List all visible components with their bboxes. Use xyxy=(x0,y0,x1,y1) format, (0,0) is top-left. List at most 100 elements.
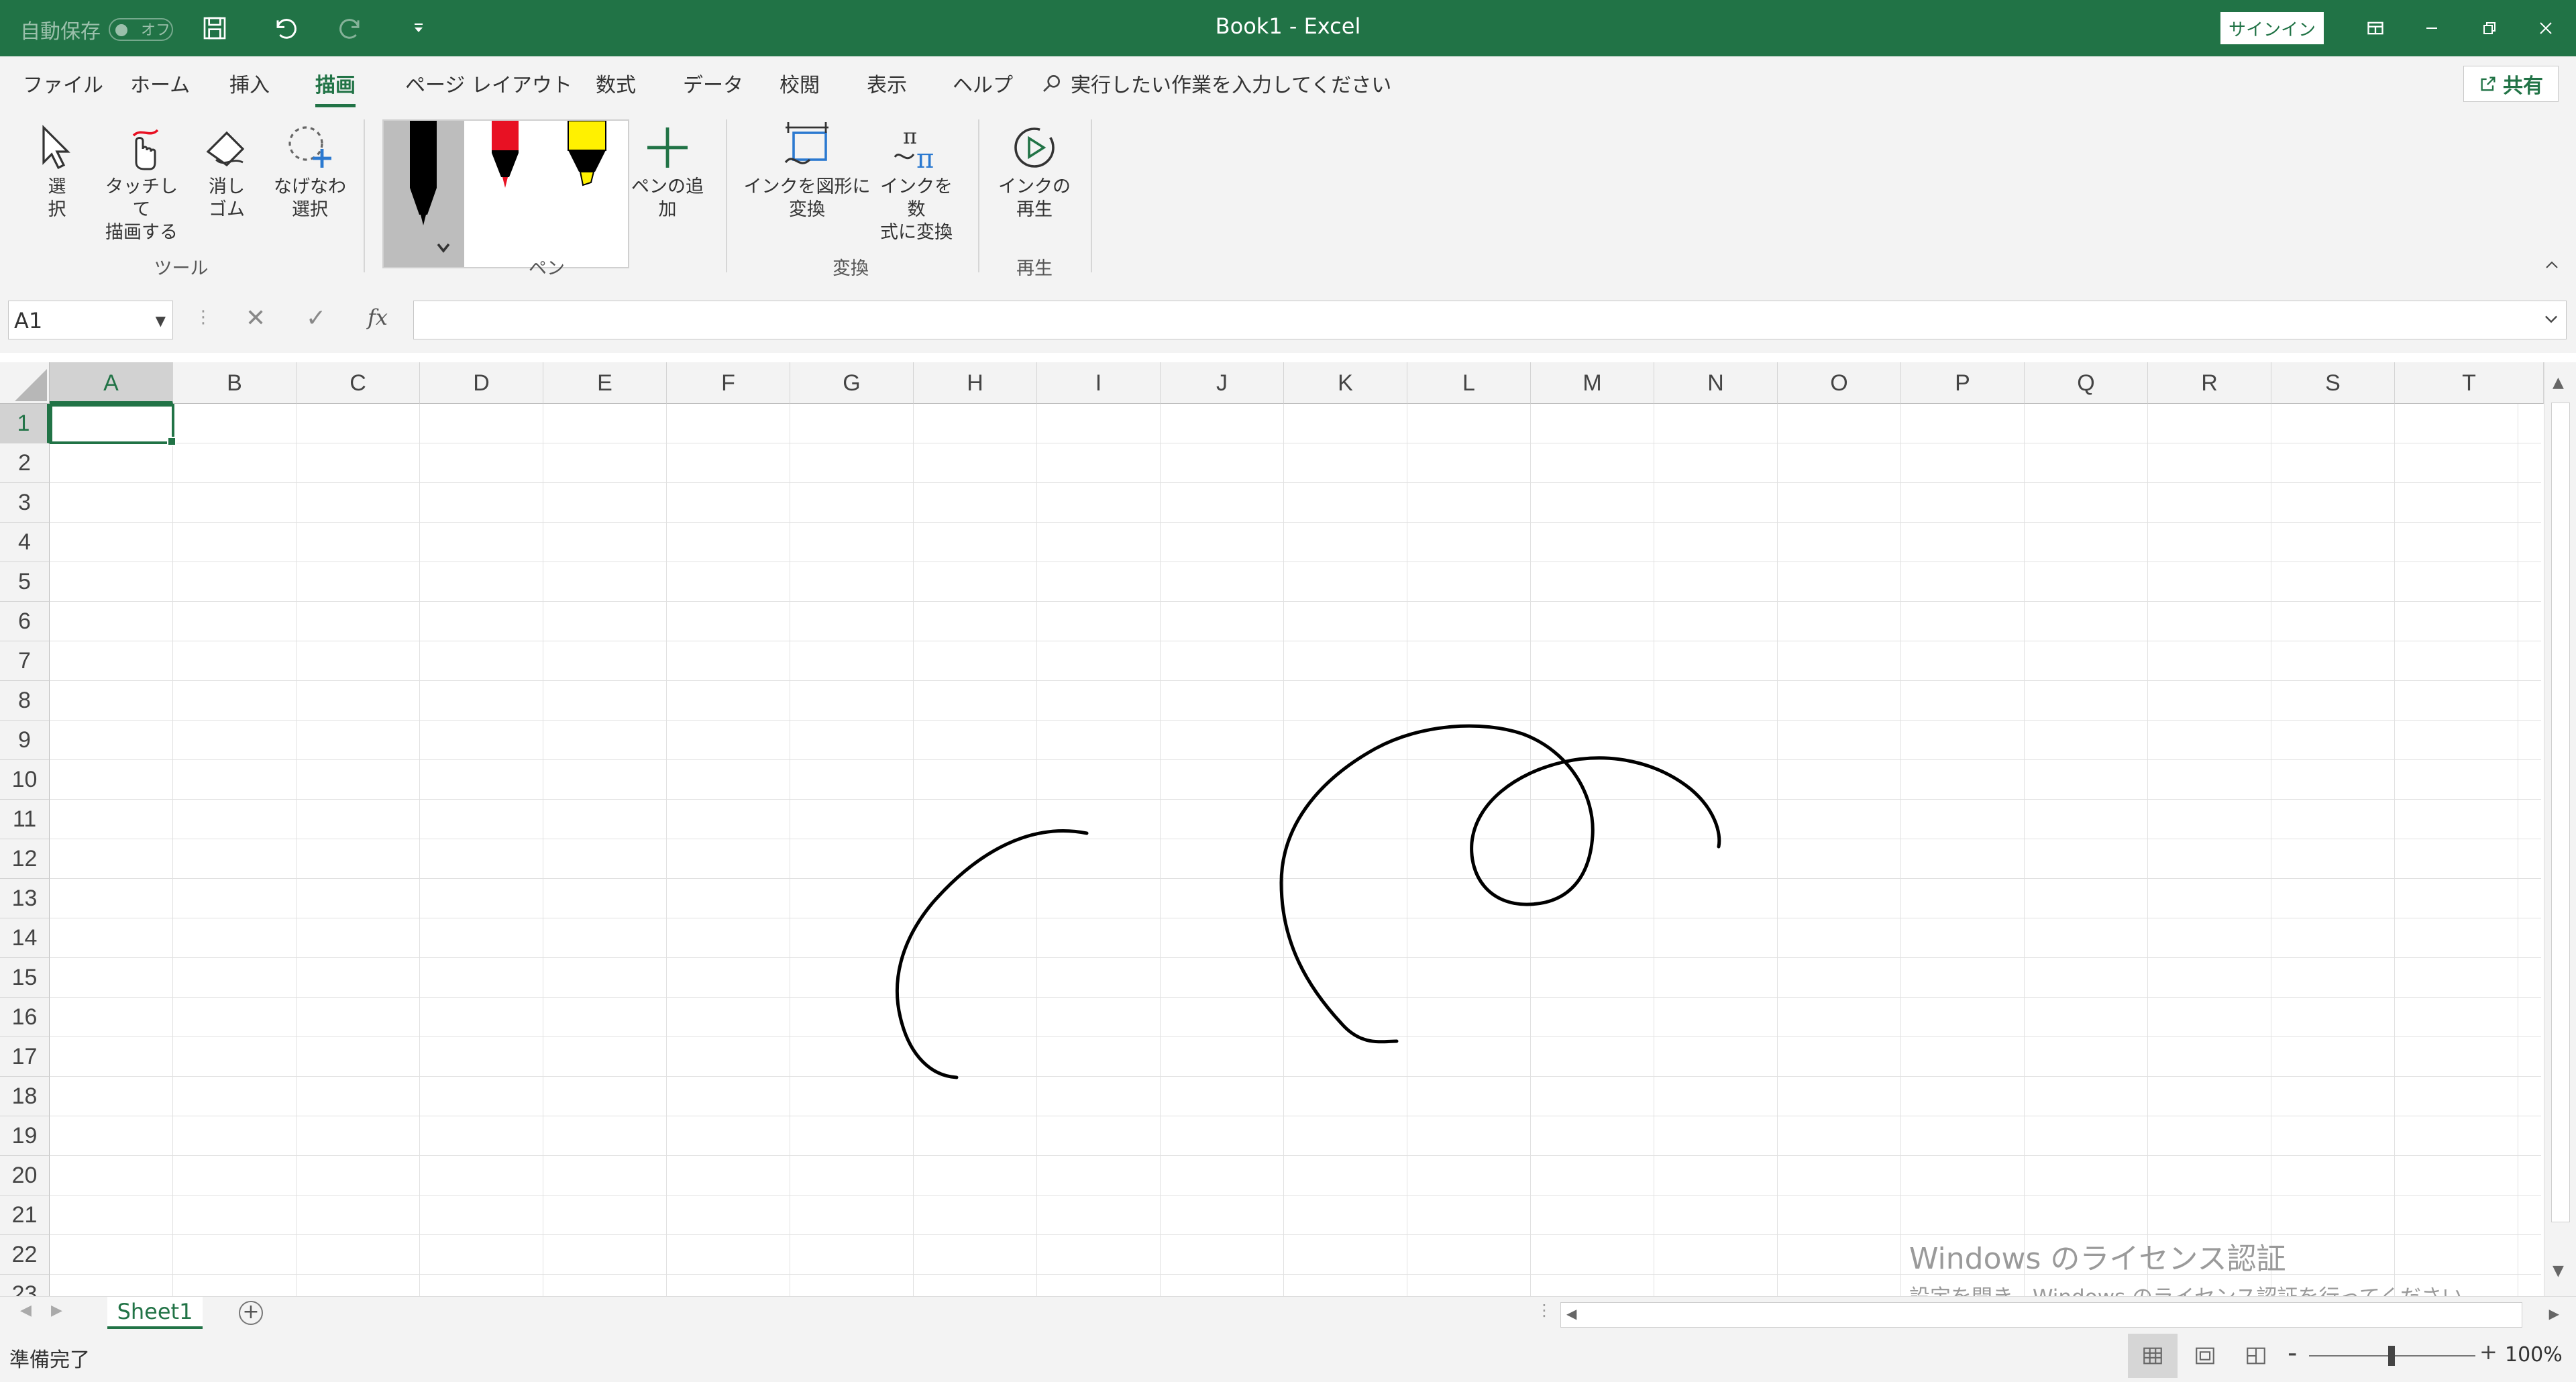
tab-view[interactable]: 表示 xyxy=(867,68,907,98)
ribbon-display-icon[interactable] xyxy=(2352,9,2399,47)
row-header-8[interactable]: 8 xyxy=(0,681,50,721)
column-header-r[interactable]: R xyxy=(2148,362,2271,404)
row-header-10[interactable]: 10 xyxy=(0,760,50,800)
column-header-q[interactable]: Q xyxy=(2025,362,2148,404)
row-header-15[interactable]: 15 xyxy=(0,958,50,998)
column-header-k[interactable]: K xyxy=(1284,362,1407,404)
signin-button[interactable]: サインイン xyxy=(2220,12,2324,44)
column-header-l[interactable]: L xyxy=(1407,362,1531,404)
scroll-down-icon[interactable]: ▼ xyxy=(2553,1263,2564,1279)
tab-draw[interactable]: 描画 xyxy=(315,68,356,107)
zoom-percentage[interactable]: 100% xyxy=(2505,1343,2563,1367)
minimize-icon[interactable] xyxy=(2408,9,2455,47)
lasso-select-button[interactable]: なげなわ 選択 xyxy=(271,122,349,221)
row-header-20[interactable]: 20 xyxy=(0,1156,50,1195)
redo-icon[interactable] xyxy=(333,9,370,47)
row-header-3[interactable]: 3 xyxy=(0,483,50,523)
vertical-scrollbar[interactable]: ▲ ▼ xyxy=(2544,362,2576,1296)
ink-replay-button[interactable]: インクの 再生 xyxy=(993,122,1076,221)
autosave-toggle[interactable]: オフ xyxy=(109,18,173,41)
prev-sheet-icon[interactable]: ◀ xyxy=(20,1302,32,1319)
row-header-4[interactable]: 4 xyxy=(0,523,50,562)
column-header-g[interactable]: G xyxy=(790,362,914,404)
customize-qat-icon[interactable] xyxy=(400,9,437,47)
column-header-s[interactable]: S xyxy=(2271,362,2395,404)
touch-draw-button[interactable]: タッチして 描画する xyxy=(98,122,185,244)
column-header-b[interactable]: B xyxy=(173,362,297,404)
pen-red-slot[interactable] xyxy=(466,121,546,267)
column-header-m[interactable]: M xyxy=(1531,362,1654,404)
row-header-5[interactable]: 5 xyxy=(0,562,50,602)
row-header-11[interactable]: 11 xyxy=(0,800,50,839)
expand-formula-icon[interactable] xyxy=(2542,309,2561,331)
name-box[interactable]: A1 ▼ xyxy=(8,301,173,339)
horizontal-scrollbar[interactable]: ◀ ▶ xyxy=(1560,1302,2559,1328)
select-all-corner[interactable] xyxy=(0,362,50,404)
row-header-19[interactable]: 19 xyxy=(0,1116,50,1156)
tab-review[interactable]: 校閲 xyxy=(780,68,820,98)
tab-help[interactable]: ヘルプ xyxy=(953,68,1013,98)
sheet-tab-sheet1[interactable]: Sheet1 xyxy=(107,1297,203,1329)
column-header-n[interactable]: N xyxy=(1654,362,1778,404)
share-button[interactable]: 共有 xyxy=(2463,66,2559,102)
tab-formulas[interactable]: 数式 xyxy=(596,68,636,98)
zoom-slider-thumb[interactable] xyxy=(2388,1346,2395,1366)
pen-yellow-slot[interactable] xyxy=(547,121,628,267)
tab-file[interactable]: ファイル xyxy=(23,68,103,98)
undo-icon[interactable] xyxy=(266,9,303,47)
collapse-ribbon-icon[interactable] xyxy=(2544,258,2560,274)
formula-bar-grip[interactable]: ⋮ xyxy=(195,307,212,327)
row-header-1[interactable]: 1 xyxy=(0,404,50,443)
insert-function-icon[interactable]: fx xyxy=(368,305,388,330)
column-header-i[interactable]: I xyxy=(1037,362,1161,404)
tell-me-search[interactable]: 実行したい作業を入力してください xyxy=(1041,68,1391,98)
pen-black-slot[interactable] xyxy=(384,121,464,267)
normal-view-icon[interactable] xyxy=(2128,1334,2178,1378)
scroll-up-icon[interactable]: ▲ xyxy=(2553,374,2564,391)
page-layout-view-icon[interactable] xyxy=(2180,1334,2230,1378)
row-header-16[interactable]: 16 xyxy=(0,998,50,1037)
row-header-9[interactable]: 9 xyxy=(0,721,50,760)
formula-input[interactable] xyxy=(413,301,2567,339)
column-header-h[interactable]: H xyxy=(914,362,1037,404)
row-header-7[interactable]: 7 xyxy=(0,641,50,681)
column-header-c[interactable]: C xyxy=(297,362,420,404)
row-header-6[interactable]: 6 xyxy=(0,602,50,641)
column-header-a[interactable]: A xyxy=(50,362,173,404)
confirm-entry-icon[interactable]: ✓ xyxy=(306,305,326,332)
active-cell-a1[interactable] xyxy=(50,404,176,446)
zoom-in-button[interactable]: + xyxy=(2479,1339,2498,1365)
cancel-entry-icon[interactable]: ✕ xyxy=(246,305,266,332)
restore-icon[interactable] xyxy=(2466,9,2513,47)
ink-to-math-button[interactable]: ππ インクを数 式に変換 xyxy=(875,122,958,244)
tab-split-grip[interactable]: ⋮ xyxy=(1536,1301,1552,1320)
row-header-18[interactable]: 18 xyxy=(0,1077,50,1116)
tab-page-layout[interactable]: ページ レイアウト xyxy=(405,68,572,98)
next-sheet-icon[interactable]: ▶ xyxy=(51,1302,62,1319)
column-header-f[interactable]: F xyxy=(667,362,790,404)
worksheet-grid[interactable]: ABCDEFGHIJKLMNOPQRST 1 2 3 4 5 6 7 8 9 10 11 12 13 14… xyxy=(0,353,2576,1296)
row-header-12[interactable]: 12 xyxy=(0,839,50,879)
row-header-22[interactable]: 22 xyxy=(0,1235,50,1275)
row-header-17[interactable]: 17 xyxy=(0,1037,50,1077)
column-header-e[interactable]: E xyxy=(543,362,667,404)
save-icon[interactable] xyxy=(196,9,233,47)
scroll-left-icon[interactable]: ◀ xyxy=(1566,1306,1576,1322)
row-header-23[interactable]: 23 xyxy=(0,1275,50,1296)
column-header-o[interactable]: O xyxy=(1778,362,1901,404)
row-header-13[interactable]: 13 xyxy=(0,879,50,918)
column-header-d[interactable]: D xyxy=(420,362,543,404)
tab-data[interactable]: データ xyxy=(683,68,743,98)
zoom-out-button[interactable]: - xyxy=(2288,1338,2297,1369)
close-icon[interactable] xyxy=(2522,9,2569,47)
scroll-right-icon[interactable]: ▶ xyxy=(2549,1306,2559,1322)
eraser-button[interactable]: 消し ゴム xyxy=(195,122,259,221)
page-break-view-icon[interactable] xyxy=(2231,1334,2281,1378)
cell-area[interactable] xyxy=(50,404,2541,1296)
tab-insert[interactable]: 挿入 xyxy=(229,68,270,98)
column-header-p[interactable]: P xyxy=(1901,362,2025,404)
ink-to-shape-button[interactable]: インクを図形に 変換 xyxy=(743,122,871,221)
column-header-t[interactable]: T xyxy=(2395,362,2544,404)
vertical-scroll-thumb[interactable] xyxy=(2551,403,2570,1222)
select-tool-button[interactable]: 選 択 xyxy=(27,122,87,221)
